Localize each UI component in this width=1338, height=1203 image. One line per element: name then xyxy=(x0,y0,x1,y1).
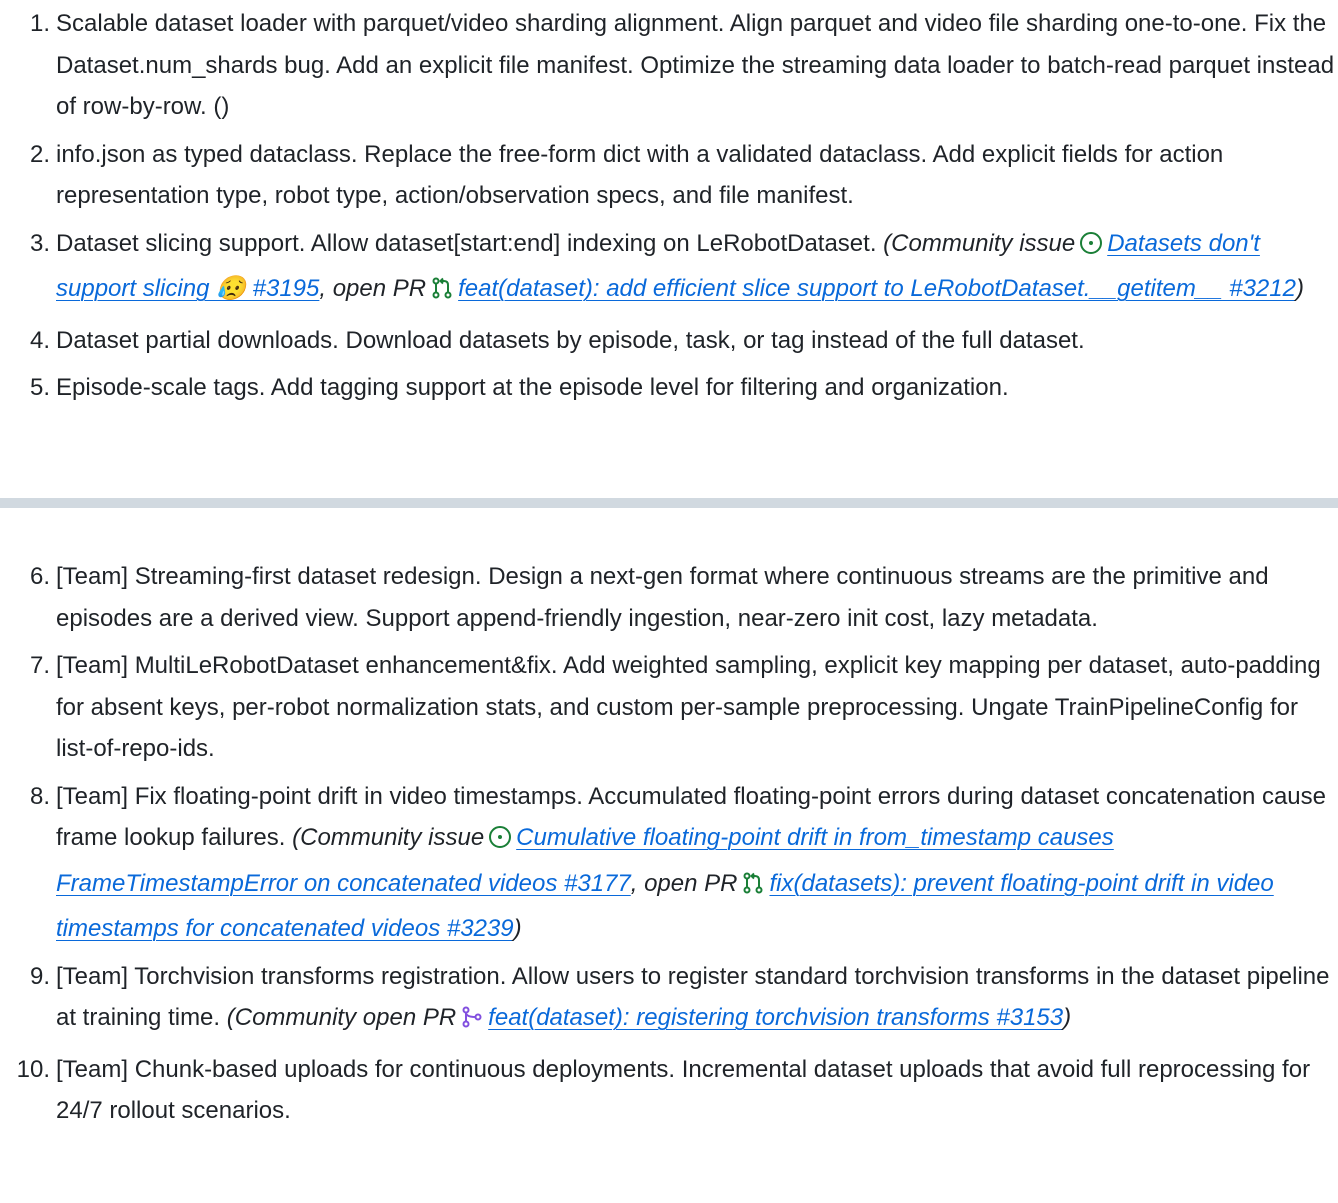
item-number: 4. xyxy=(29,326,50,354)
note-open: (Community issue xyxy=(883,229,1076,257)
list-item-7: 7. [Team] MultiLeRobotDataset enhancemen… xyxy=(0,645,1338,770)
list-item-2: 2. info.json as typed dataclass. Replace… xyxy=(0,134,1338,217)
note-close: ) xyxy=(513,915,522,942)
list-item-4: 4. Dataset partial downloads. Download d… xyxy=(0,320,1338,362)
pr-link-3212[interactable]: feat(dataset): add efficient slice suppo… xyxy=(458,275,1296,302)
list-item-10: 10. [Team] Chunk-based uploads for conti… xyxy=(0,1049,1338,1132)
note-open: (Community open PR xyxy=(226,1004,457,1031)
list-item-1: 1. Scalable dataset loader with parquet/… xyxy=(0,3,1338,128)
roadmap-list-part-2: 6. [Team] Streaming-first dataset redesi… xyxy=(0,556,1338,1138)
item-number: 5. xyxy=(29,374,50,401)
item-text: Scalable dataset loader with parquet/vid… xyxy=(56,10,1335,120)
item-text: [Team] Streaming-first dataset redesign.… xyxy=(56,563,1269,632)
item-text: [Team] MultiLeRobotDataset enhancement&f… xyxy=(56,652,1321,762)
list-item-9: 9. [Team] Torchvision transforms registr… xyxy=(0,956,1338,1043)
pr-link-3153[interactable]: feat(dataset): registering torchvision t… xyxy=(488,1004,1063,1031)
note-mid: , open PR xyxy=(630,869,738,897)
roadmap-list-part-1: 1. Scalable dataset loader with parquet/… xyxy=(0,3,1338,415)
list-item-5: 5. Episode-scale tags. Add tagging suppo… xyxy=(0,367,1338,409)
note-mid: , open PR xyxy=(319,275,427,302)
item-number: 2. xyxy=(29,140,50,168)
git-merge-icon xyxy=(460,1001,484,1043)
list-item-8: 8. [Team] Fix floating-point drift in vi… xyxy=(0,776,1338,950)
item-text: [Team] Chunk-based uploads for continuou… xyxy=(56,1055,1311,1125)
list-item-3: 3. Dataset slicing support. Allow datase… xyxy=(0,223,1338,314)
item-number: 6. xyxy=(29,563,50,590)
item-number: 10. xyxy=(16,1055,50,1083)
list-item-6: 6. [Team] Streaming-first dataset redesi… xyxy=(0,556,1338,639)
item-number: 9. xyxy=(29,962,50,990)
git-pull-request-icon xyxy=(430,272,454,314)
note-close: ) xyxy=(1295,275,1304,302)
note-close: ) xyxy=(1063,1004,1072,1031)
issue-opened-icon xyxy=(488,821,512,863)
item-text: info.json as typed dataclass. Replace th… xyxy=(56,140,1224,210)
item-number: 7. xyxy=(29,652,50,679)
item-number: 1. xyxy=(29,10,50,37)
item-number: 3. xyxy=(29,229,50,257)
item-text: Episode-scale tags. Add tagging support … xyxy=(56,374,1009,401)
note-open: (Community issue xyxy=(292,824,485,851)
item-number: 8. xyxy=(29,782,50,810)
community-note: (Community open PR feat(dataset): registe… xyxy=(227,1004,1071,1031)
git-pull-request-icon xyxy=(741,867,765,909)
issue-opened-icon xyxy=(1079,227,1103,269)
item-text: Dataset partial downloads. Download data… xyxy=(56,326,1085,354)
section-divider xyxy=(0,498,1338,508)
item-text: Dataset slicing support. Allow dataset[s… xyxy=(56,229,877,257)
